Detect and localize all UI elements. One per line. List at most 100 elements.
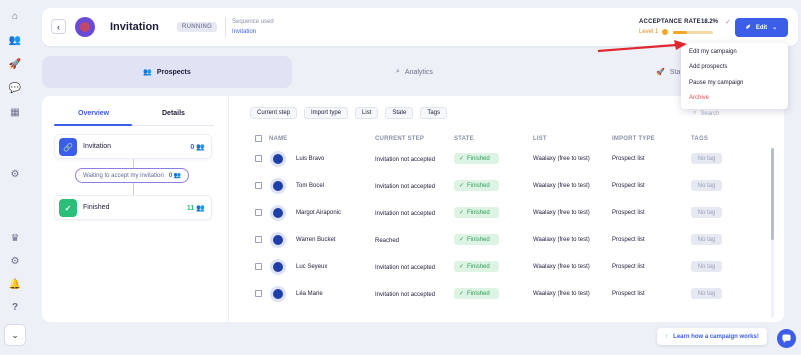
tag-badge[interactable]: No tag bbox=[691, 153, 722, 164]
bell-icon[interactable]: 🔔 bbox=[7, 276, 23, 292]
state-label: Finished bbox=[467, 209, 490, 216]
menu-item-edit-campaign[interactable]: Edit my campaign bbox=[689, 49, 737, 55]
analytics-icon: ⌕ bbox=[396, 68, 400, 75]
state-badge: ✓ Finished bbox=[454, 288, 499, 299]
state-label: Finished bbox=[467, 263, 490, 270]
edit-button-label: Edit bbox=[755, 24, 768, 31]
prospect-list: Waalaxy (free to test) bbox=[533, 291, 590, 297]
chevron-down-icon: ⌄ bbox=[11, 329, 19, 340]
check-icon: ✓ bbox=[459, 210, 465, 216]
column-header-import-type: IMPORT TYPE bbox=[612, 136, 655, 142]
active-tab-indicator bbox=[54, 124, 132, 126]
prospect-current-step: Invitation not accepted bbox=[375, 157, 436, 163]
overview-tabs: Overview Details bbox=[54, 108, 214, 126]
state-label: Finished bbox=[467, 155, 490, 162]
state-label: Finished bbox=[467, 290, 490, 297]
expand-sidebar-button[interactable]: ⌄ bbox=[4, 324, 26, 346]
filter-list[interactable]: List bbox=[355, 107, 379, 119]
tab-analytics[interactable]: ⌕ Analytics bbox=[396, 56, 433, 88]
tab-prospects[interactable]: 👥 Prospects bbox=[42, 56, 292, 88]
chat-support-button[interactable] bbox=[777, 329, 796, 348]
prospect-import-type: Prospect list bbox=[612, 210, 645, 216]
chat-icon[interactable]: 💬 bbox=[7, 80, 23, 96]
sequence-link[interactable]: Invitation bbox=[232, 29, 256, 35]
check-icon: ✓ bbox=[459, 183, 465, 189]
search-input[interactable]: ⌕ Search bbox=[693, 108, 753, 119]
row-checkbox[interactable] bbox=[255, 236, 262, 243]
tag-badge[interactable]: No tag bbox=[691, 234, 722, 245]
row-checkbox[interactable] bbox=[255, 182, 262, 189]
column-header-tags: TAGS bbox=[691, 136, 709, 142]
prospect-avatar bbox=[270, 259, 286, 275]
prospect-current-step: Invitation not accepted bbox=[375, 265, 436, 271]
settings-icon[interactable]: ⚙ bbox=[7, 166, 23, 182]
waiting-count: 0 👥 bbox=[168, 173, 182, 179]
rocket-icon[interactable]: 🚀 bbox=[7, 56, 23, 72]
learn-campaign-button[interactable]: ↑ Learn how a campaign works! bbox=[657, 328, 767, 345]
tag-badge[interactable]: No tag bbox=[691, 207, 722, 218]
step-connector bbox=[133, 159, 134, 168]
users-icon: 👥 bbox=[143, 69, 152, 76]
table-scrollbar[interactable] bbox=[771, 148, 774, 318]
tag-badge[interactable]: No tag bbox=[691, 180, 722, 191]
step-name: Finished bbox=[83, 204, 110, 211]
prospect-name[interactable]: Margot Airaponic bbox=[296, 210, 341, 216]
filter-import-type[interactable]: Import type bbox=[304, 107, 349, 119]
users-icon[interactable]: 👥 bbox=[7, 32, 23, 48]
menu-item-archive[interactable]: Archive bbox=[689, 95, 709, 101]
learn-campaign-label: Learn how a campaign works! bbox=[673, 333, 759, 340]
tab-details[interactable]: Details bbox=[162, 110, 185, 117]
tag-badge[interactable]: No tag bbox=[691, 288, 722, 299]
step-card-finished[interactable]: ✓ Finished 11 👥 bbox=[54, 195, 212, 220]
tag-badge[interactable]: No tag bbox=[691, 261, 722, 272]
prospect-import-type: Prospect list bbox=[612, 237, 645, 243]
prospect-current-step: Invitation not accepted bbox=[375, 184, 436, 190]
check-icon: ✓ bbox=[459, 237, 465, 243]
gear-icon[interactable]: ⚙ bbox=[7, 253, 23, 269]
check-icon: ✓ bbox=[459, 264, 465, 270]
help-icon[interactable]: ? bbox=[7, 299, 23, 315]
crown-icon[interactable]: ♛ bbox=[7, 230, 23, 246]
filter-tags[interactable]: Tags bbox=[420, 107, 448, 119]
arrow-up-icon: ↑ bbox=[665, 333, 669, 340]
row-checkbox[interactable] bbox=[255, 290, 262, 297]
tab-stats-label: Sta bbox=[669, 68, 681, 76]
row-checkbox[interactable] bbox=[255, 263, 262, 270]
state-label: Finished bbox=[467, 182, 490, 189]
prospect-avatar bbox=[270, 232, 286, 248]
menu-item-add-prospects[interactable]: Add prospects bbox=[689, 64, 727, 70]
waiting-condition[interactable]: Waiting to accept my invitation 0 👥 bbox=[75, 168, 190, 183]
check-icon: ✓ bbox=[459, 291, 465, 297]
prospect-list: Waalaxy (free to test) bbox=[533, 237, 590, 243]
prospect-name[interactable]: Léa Marie bbox=[296, 291, 323, 297]
row-checkbox[interactable] bbox=[255, 155, 262, 162]
tab-stats[interactable]: 🚀 Sta bbox=[656, 56, 680, 88]
tab-prospects-label: Prospects bbox=[156, 68, 191, 76]
edit-button[interactable]: ✐ Edit ⌄ bbox=[735, 18, 788, 37]
prospect-name[interactable]: Luis Bravo bbox=[296, 156, 324, 162]
menu-item-pause-campaign[interactable]: Pause my campaign bbox=[689, 80, 743, 86]
prospect-name[interactable]: Tom Bocel bbox=[296, 183, 324, 189]
filter-bar: Current step Import type List State Tags bbox=[250, 107, 448, 119]
acceptance-rate-value: 18.2% bbox=[701, 19, 719, 25]
select-all-checkbox[interactable] bbox=[255, 135, 262, 142]
prospect-name[interactable]: Luc Seyeux bbox=[296, 264, 327, 270]
filter-state[interactable]: State bbox=[385, 107, 414, 119]
sidebar: ⌂ 👥 🚀 💬 ▦ ⚙ ♛ ⚙ 🔔 ? ⌄ bbox=[0, 0, 30, 355]
status-badge: RUNNING bbox=[177, 22, 218, 32]
home-icon[interactable]: ⌂ bbox=[7, 8, 23, 24]
back-button[interactable]: ‹ bbox=[51, 19, 66, 34]
grid-icon[interactable]: ▦ bbox=[7, 104, 23, 120]
search-placeholder: Search bbox=[700, 110, 720, 117]
step-count: 11 👥 bbox=[186, 205, 205, 212]
column-header-state: STATE bbox=[454, 136, 474, 142]
prospects-panel: Overview Details 🔗 Invitation 0 👥 Waitin… bbox=[42, 96, 784, 322]
row-checkbox[interactable] bbox=[255, 209, 262, 216]
state-badge: ✓ Finished bbox=[454, 180, 499, 191]
check-icon: ✓ bbox=[459, 156, 465, 162]
step-card-invitation[interactable]: 🔗 Invitation 0 👥 bbox=[54, 134, 212, 159]
scrollbar-thumb[interactable] bbox=[771, 148, 774, 240]
prospect-name[interactable]: Warren Bucket bbox=[296, 237, 335, 243]
filter-current-step[interactable]: Current step bbox=[250, 107, 298, 119]
tab-overview[interactable]: Overview bbox=[78, 110, 109, 117]
